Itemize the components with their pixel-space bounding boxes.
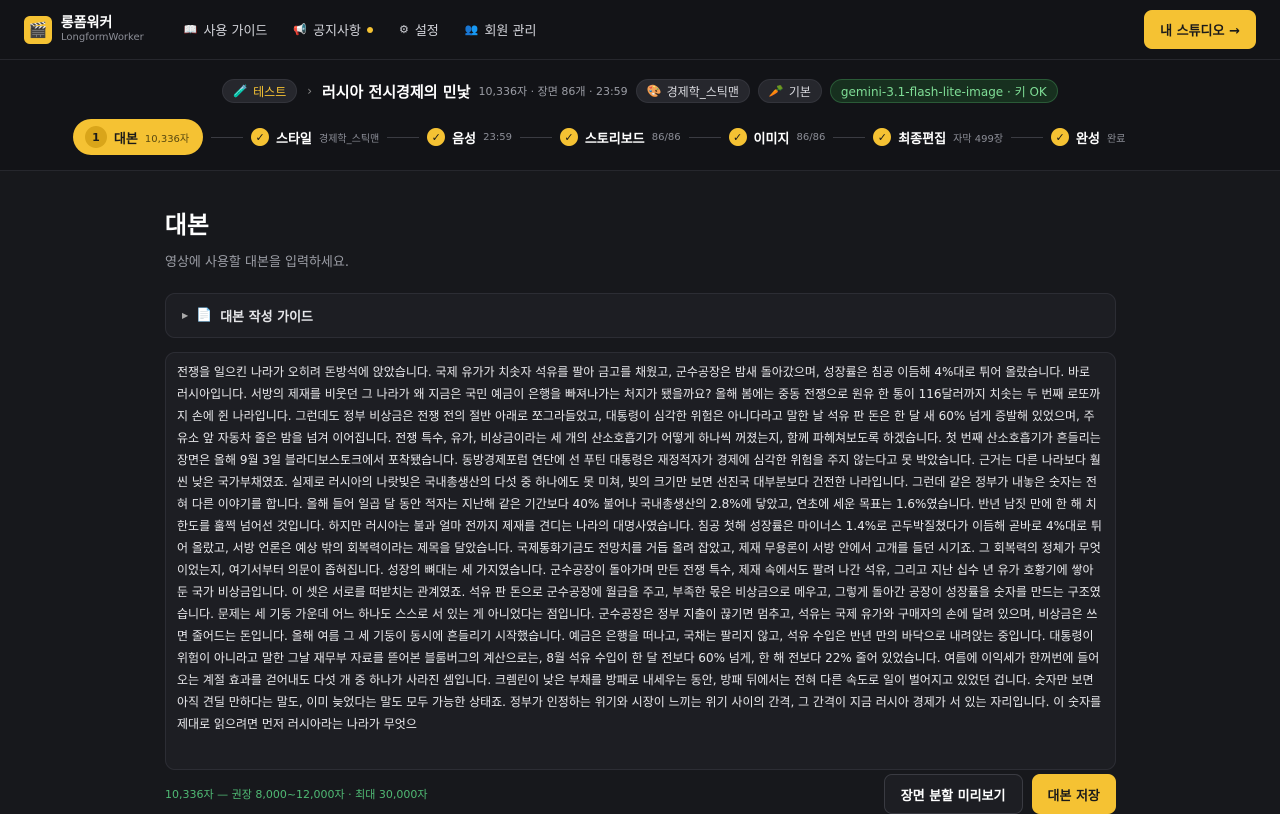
step-meta: 10,336자 xyxy=(144,133,190,145)
check-icon: ✓ xyxy=(728,128,747,146)
script-editor-section: 대본 영상에 사용할 대본을 입력하세요. ▶ 📄 대본 작성 가이드 전쟁을 … xyxy=(165,171,1116,814)
voice-label: 기본 xyxy=(788,84,811,99)
nav-notice[interactable]: 📢 공지사항 xyxy=(293,20,373,39)
app-subtitle: LongformWorker xyxy=(61,32,144,43)
step-meta: 완료 xyxy=(1106,133,1126,145)
new-badge-dot xyxy=(366,26,373,33)
check-icon: ✓ xyxy=(559,128,578,146)
step-label: 대본 xyxy=(114,131,138,147)
users-icon: 👥 xyxy=(464,23,479,36)
gear-icon: ⚙ xyxy=(398,23,409,36)
voice-chip[interactable]: 🥕 기본 xyxy=(757,79,822,103)
clapper-icon: 🎬 xyxy=(24,15,52,44)
nav-label: 설정 xyxy=(414,24,439,39)
editor-footer: 10,336자 — 권장 8,000~12,000자 · 최대 30,000자 … xyxy=(165,774,1116,814)
step-connector xyxy=(688,136,721,138)
scene-split-preview-button[interactable]: 장면 분할 미리보기 xyxy=(883,774,1023,814)
step-connector xyxy=(387,136,420,138)
nav-label: 공지사항 xyxy=(313,24,361,39)
book-icon: 📖 xyxy=(183,23,198,36)
step-meta: 경제학_스틱맨 xyxy=(319,133,380,145)
project-meta: 10,336자 · 장면 86개 · 23:59 xyxy=(478,85,628,98)
project-title: 러시아 전시경제의 민낯 xyxy=(322,82,471,101)
step-image[interactable]: ✓ 이미지 86/86 xyxy=(728,119,826,155)
nav-label: 사용 가이드 xyxy=(203,24,268,39)
step-label: 최종편집 xyxy=(898,131,947,147)
step-connector xyxy=(519,136,552,138)
nav-settings[interactable]: ⚙ 설정 xyxy=(399,20,439,39)
check-icon: ✓ xyxy=(873,128,892,146)
step-script[interactable]: 1 대본 10,336자 xyxy=(73,119,204,155)
app-name: 롱폼워커 xyxy=(61,15,113,31)
workflow-stepper: 1 대본 10,336자 ✓ 스타일 경제학_스틱맨 ✓ 음성 23:59 ✓ 스토리보드 86… xyxy=(73,119,1125,155)
megaphone-icon: 📢 xyxy=(293,23,308,36)
page-description: 영상에 사용할 대본을 입력하세요. xyxy=(165,255,349,270)
nav-members[interactable]: 👥 회원 관리 xyxy=(465,20,537,39)
project-header: 🧪 테스트 › 러시아 전시경제의 민낯 10,336자 · 장면 86개 · 2… xyxy=(0,60,1280,171)
nav-label: 회원 관리 xyxy=(484,24,537,39)
nav-guide[interactable]: 📖 사용 가이드 xyxy=(184,20,268,39)
main-nav: 📖 사용 가이드 📢 공지사항 ⚙ 설정 👥 회원 관리 xyxy=(184,20,537,39)
step-meta: 자막 499장 xyxy=(953,133,1004,145)
step-label: 스토리보드 xyxy=(584,131,645,147)
step-connector xyxy=(1011,136,1044,138)
step-meta: 23:59 xyxy=(483,131,512,143)
step-connector xyxy=(211,136,244,138)
script-textarea[interactable]: 전쟁을 일으킨 나라가 오히려 돈방석에 앉았습니다. 국제 유가가 치솟자 석… xyxy=(165,352,1116,770)
step-voice[interactable]: ✓ 음성 23:59 xyxy=(427,119,512,155)
app-logo[interactable]: 🎬 롱폼워커 LongformWorker xyxy=(24,15,144,44)
breadcrumb-separator: › xyxy=(307,84,313,98)
check-icon: ✓ xyxy=(427,128,446,146)
script-guide-toggle[interactable]: ▶ 📄 대본 작성 가이드 xyxy=(165,293,1116,338)
my-studio-button[interactable]: 내 스튜디오 → xyxy=(1144,10,1256,49)
model-label: gemini-3.1-flash-lite-image · 키 OK xyxy=(840,84,1047,99)
style-chip[interactable]: 🎨 경제학_스틱맨 xyxy=(635,79,750,103)
step-label: 완성 xyxy=(1076,131,1100,147)
step-label: 스타일 xyxy=(276,131,313,147)
page-title: 대본 xyxy=(165,211,210,239)
save-script-button[interactable]: 대본 저장 xyxy=(1031,774,1116,814)
check-icon: ✓ xyxy=(1051,128,1070,146)
test-tube-icon: 🧪 xyxy=(233,84,249,98)
palette-icon: 🎨 xyxy=(646,84,662,98)
model-status-chip[interactable]: gemini-3.1-flash-lite-image · 키 OK xyxy=(829,79,1058,103)
guide-label: 대본 작성 가이드 xyxy=(220,310,314,325)
step-label: 음성 xyxy=(452,131,477,147)
step-complete[interactable]: ✓ 완성 완료 xyxy=(1051,119,1125,155)
step-storyboard[interactable]: ✓ 스토리보드 86/86 xyxy=(559,119,681,155)
document-icon: 📄 xyxy=(196,308,213,323)
step-connector xyxy=(833,136,866,138)
check-icon: ✓ xyxy=(251,128,270,146)
step-style[interactable]: ✓ 스타일 경제학_스틱맨 xyxy=(251,119,379,155)
breadcrumb: 🧪 테스트 › 러시아 전시경제의 민낯 10,336자 · 장면 86개 · 2… xyxy=(0,60,1280,103)
carrot-icon: 🥕 xyxy=(768,84,784,98)
step-meta: 86/86 xyxy=(651,131,681,143)
step-number: 1 xyxy=(85,126,107,148)
caret-right-icon: ▶ xyxy=(182,311,189,320)
step-meta: 86/86 xyxy=(796,131,826,143)
folder-label: 테스트 xyxy=(253,84,287,99)
top-bar: 🎬 롱폼워커 LongformWorker 📖 사용 가이드 📢 공지사항 ⚙ 설정 … xyxy=(0,0,1280,60)
folder-chip[interactable]: 🧪 테스트 xyxy=(222,79,298,103)
style-label: 경제학_스틱맨 xyxy=(666,84,739,99)
step-label: 이미지 xyxy=(753,131,790,147)
step-final-edit[interactable]: ✓ 최종편집 자막 499장 xyxy=(873,119,1003,155)
